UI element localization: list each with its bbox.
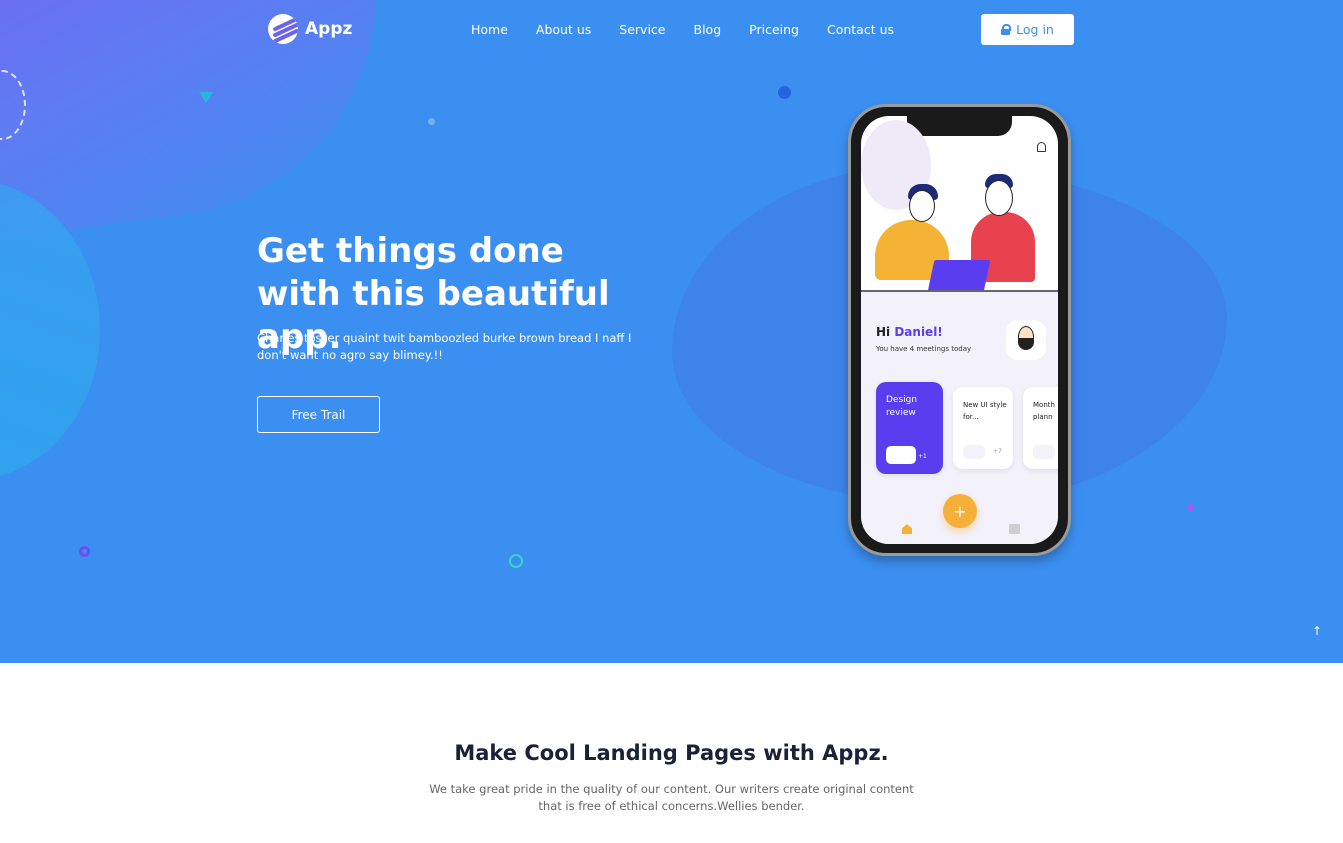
brand-name: Appz — [305, 19, 353, 39]
nav-item-service[interactable]: Service — [619, 22, 665, 37]
participants-avatars — [963, 445, 985, 459]
brand-logo[interactable]: Appz — [268, 14, 352, 44]
nav-item-priceing[interactable]: Priceing — [749, 22, 799, 37]
free-trial-button[interactable]: Free Trail — [257, 396, 380, 433]
phone-screen: Hi Daniel! You have 4 meetings today Des… — [861, 116, 1058, 544]
phone-mockup: Hi Daniel! You have 4 meetings today Des… — [848, 104, 1071, 556]
people-illustration — [861, 120, 1058, 292]
greeting-text: Hi Daniel! — [876, 325, 943, 339]
arrow-up-icon: ↑ — [1311, 624, 1323, 638]
nav-item-blog[interactable]: Blog — [694, 22, 722, 37]
dot-decoration — [428, 118, 435, 125]
nav-item-about-us[interactable]: About us — [536, 22, 591, 37]
meeting-card: Design review +1 — [876, 382, 943, 474]
hero-subtext: Charles tosser quaint twit bamboozled bu… — [257, 331, 632, 362]
lock-icon — [1001, 24, 1012, 35]
logo-icon — [268, 14, 298, 44]
login-button[interactable]: Log in — [981, 14, 1074, 45]
dot-decoration — [1187, 504, 1194, 511]
ring-decoration — [79, 546, 90, 557]
main-nav: Home About us Service Blog Priceing Cont… — [471, 22, 894, 37]
participants-avatars — [1033, 445, 1055, 459]
meeting-card: New UI style for... +7 — [953, 387, 1013, 469]
dot-decoration — [778, 86, 791, 99]
login-label: Log in — [1016, 22, 1054, 37]
calendar-icon — [1009, 524, 1020, 534]
section-description: We take great pride in the quality of ou… — [429, 782, 914, 813]
section-title: Make Cool Landing Pages with Appz. — [454, 741, 889, 765]
scroll-to-top-button[interactable]: ↑ — [1304, 618, 1330, 644]
meetings-text: You have 4 meetings today — [876, 345, 972, 353]
nav-item-contact-us[interactable]: Contact us — [827, 22, 894, 37]
hero-section: Appz Home About us Service Blog Priceing… — [0, 0, 1343, 663]
avatar — [1006, 320, 1046, 360]
phone-notch — [907, 116, 1012, 136]
bell-icon — [1037, 142, 1046, 152]
nav-item-home[interactable]: Home — [471, 22, 508, 37]
meeting-card: Month plann — [1023, 387, 1058, 469]
participants-avatars — [886, 446, 916, 464]
add-fab-button: + — [943, 494, 977, 528]
greeting-name: Daniel! — [894, 325, 943, 339]
ring-decoration — [509, 554, 523, 568]
triangle-decoration — [199, 92, 213, 103]
